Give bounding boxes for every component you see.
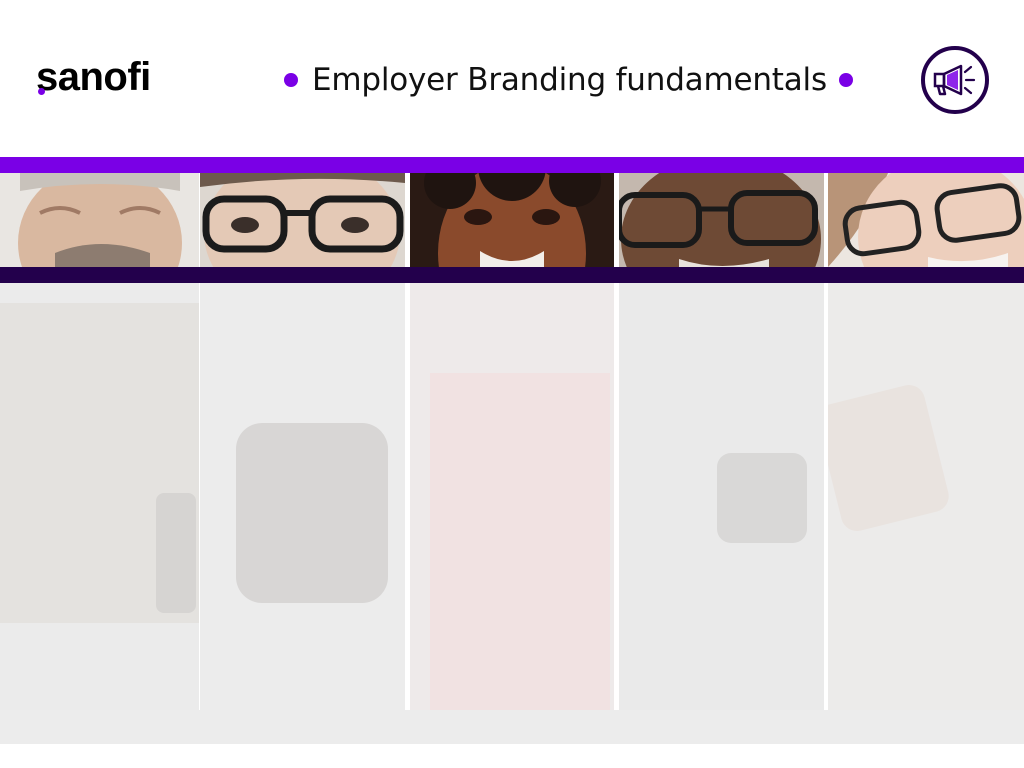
photo-person-5-faded xyxy=(828,283,1024,710)
accent-bar-bottom xyxy=(0,267,1024,283)
photo-person-1 xyxy=(0,173,199,267)
title-dot-left xyxy=(284,73,298,87)
logo-dot xyxy=(38,88,45,95)
bottom-margin xyxy=(0,744,1024,768)
footer-band xyxy=(0,710,1024,744)
photo-person-5-image xyxy=(828,173,1024,267)
sanofi-logo: sanofi xyxy=(36,55,151,99)
megaphone-icon-svg xyxy=(933,64,976,96)
photo-person-4-image xyxy=(619,173,824,267)
title-dot-right xyxy=(838,73,853,87)
photo-person-3-image xyxy=(410,173,614,267)
slide-title: Employer Branding fundamentals xyxy=(312,62,827,98)
photo-person-2-image xyxy=(200,173,405,267)
photo-person-4-faded xyxy=(619,283,824,710)
megaphone-icon xyxy=(921,46,989,114)
photo-person-4 xyxy=(619,173,824,267)
photo-strip xyxy=(0,173,1024,267)
accent-bar-top xyxy=(0,157,1024,173)
photo-person-5-faded-image xyxy=(828,283,1024,710)
photo-person-1-faded-image xyxy=(0,283,199,710)
photo-person-2-faded-image xyxy=(200,283,405,710)
photo-person-2 xyxy=(200,173,405,267)
slide-header: sanofi Employer Branding fundamentals xyxy=(0,0,1024,157)
photo-person-1-faded xyxy=(0,283,199,710)
photo-person-3 xyxy=(410,173,614,267)
photo-person-2-faded xyxy=(200,283,405,710)
photo-person-4-faded-image xyxy=(619,283,824,710)
photo-person-3-faded xyxy=(410,283,614,710)
photo-person-1-image xyxy=(0,173,199,267)
title-group: Employer Branding fundamentals xyxy=(284,58,853,102)
photo-person-3-faded-image xyxy=(410,283,614,710)
photo-person-5 xyxy=(828,173,1024,267)
